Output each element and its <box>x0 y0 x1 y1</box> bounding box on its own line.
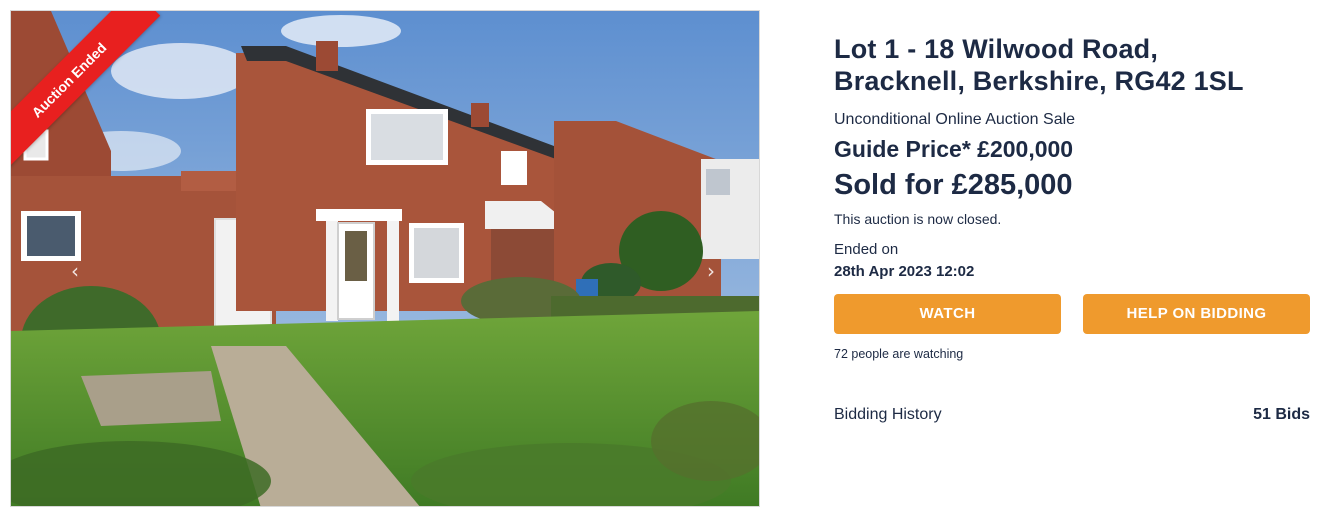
ended-date: 28th Apr 2023 12:02 <box>834 263 975 280</box>
auction-status: This auction is now closed. <box>834 211 1002 227</box>
previous-photo-icon[interactable]: ‹ <box>65 259 85 283</box>
title-line-2: Bracknell, Berkshire, RG42 1SL <box>834 66 1244 96</box>
lot-title: Lot 1 - 18 Wilwood Road, Bracknell, Berk… <box>834 33 1310 97</box>
sold-price: Sold for £285,000 <box>834 169 1073 201</box>
action-buttons: WATCH HELP ON BIDDING <box>834 294 1310 334</box>
lot-details: Lot 1 - 18 Wilwood Road, Bracknell, Berk… <box>834 33 1310 425</box>
title-line-1: Lot 1 - 18 Wilwood Road, <box>834 34 1159 64</box>
help-on-bidding-button[interactable]: HELP ON BIDDING <box>1083 294 1310 334</box>
bidding-history-label[interactable]: Bidding History <box>834 405 942 425</box>
sale-type: Unconditional Online Auction Sale <box>834 111 1076 128</box>
property-photo[interactable]: ‹ › Auction Ended <box>10 10 760 507</box>
ribbon-label: Auction Ended <box>11 11 161 171</box>
next-photo-icon[interactable]: › <box>701 259 721 283</box>
auction-ended-ribbon: Auction Ended <box>11 11 171 171</box>
watch-button[interactable]: WATCH <box>834 294 1061 334</box>
watcher-count: 72 people are watching <box>834 347 964 361</box>
guide-price: Guide Price* £200,000 <box>834 136 1074 162</box>
bid-count: 51 Bids <box>1253 406 1310 423</box>
ended-label: Ended on <box>834 241 899 258</box>
bidding-history-row[interactable]: Bidding History 51 Bids <box>834 405 1310 425</box>
